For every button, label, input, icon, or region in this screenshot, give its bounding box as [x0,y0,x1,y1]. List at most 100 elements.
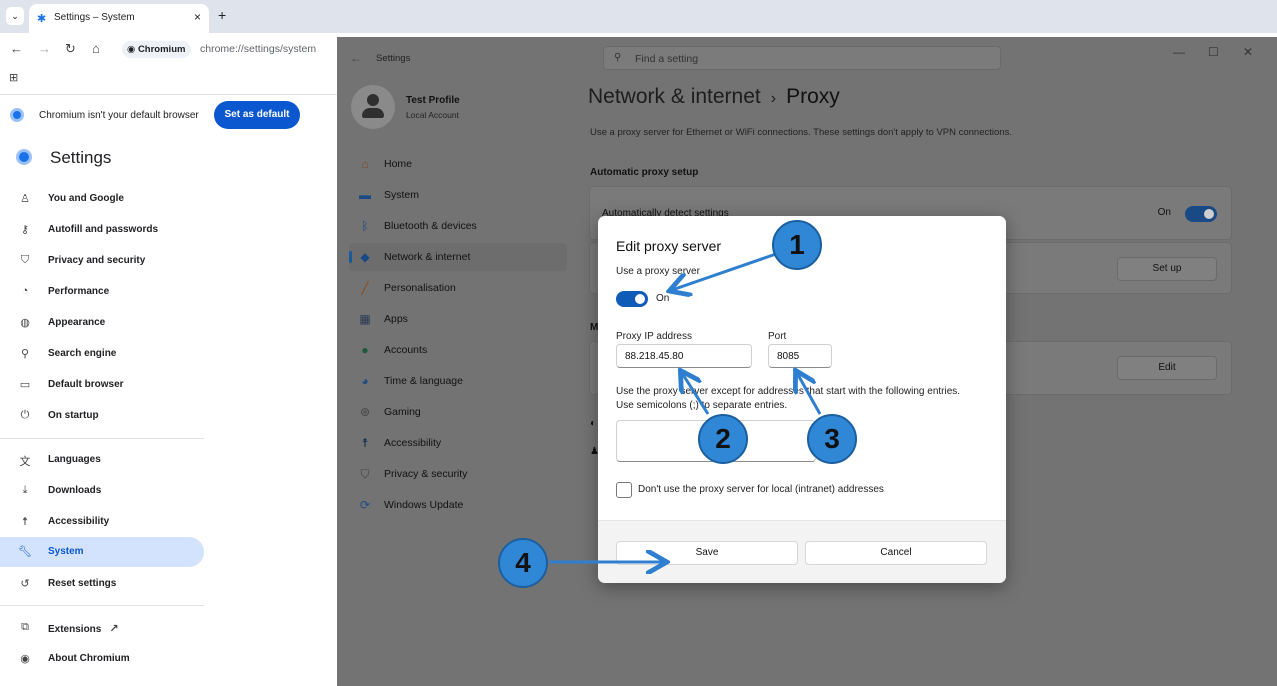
accessibility-icon: ☨ [22,516,28,528]
back-arrow-icon[interactable]: ← [350,51,362,65]
breadcrumb-parent[interactable]: Network & internet [588,85,761,108]
nav-item-system[interactable]: ▬ System [349,181,567,209]
update-icon: ⟳ [359,498,371,512]
edit-proxy-dialog: Edit proxy server Use a proxy server On … [598,216,1006,583]
nav-item-personalisation[interactable]: ╱ Personalisation [349,274,567,302]
nav-item-bluetooth[interactable]: ᛒ Bluetooth & devices [349,212,567,240]
sidebar-item-label: Languages [48,454,101,465]
nav-item-label: Windows Update [384,499,464,511]
close-window-icon[interactable]: ✕ [1243,45,1253,59]
sidebar-item-appearance[interactable]: ◍ Appearance [0,308,204,338]
apps-grid-icon[interactable]: ⊞ [9,71,18,84]
sidebar-item-you-and-google[interactable]: ♙ You and Google [0,184,204,214]
annotation-badge-3: 3 [807,414,857,464]
globe-clock-icon: ◕ [361,374,369,388]
search-icon: ⚲ [20,348,30,360]
nav-item-privacy-security[interactable]: ⛉ Privacy & security [349,460,567,488]
sidebar-item-privacy[interactable]: ⛉ Privacy and security [0,246,204,276]
dialog-title: Edit proxy server [616,238,722,254]
nav-item-windows-update[interactable]: ⟳ Windows Update [349,491,567,519]
nav-item-network[interactable]: ◆ Network & internet [349,243,567,271]
sidebar-item-label: Privacy and security [48,255,146,266]
divider [0,605,204,606]
new-tab-icon[interactable]: + [218,7,226,23]
sidebar-item-on-startup[interactable]: ⏻ On startup [0,401,204,431]
nav-item-label: Privacy & security [384,468,468,480]
sidebar-item-search-engine[interactable]: ⚲ Search engine [0,339,204,369]
get-help-icon[interactable]: ◐ [590,418,596,429]
use-proxy-label: Use a proxy server [616,266,700,277]
nav-item-label: System [384,189,420,201]
annotation-badge-4: 4 [498,538,548,588]
cancel-button[interactable]: Cancel [805,541,987,565]
sidebar-item-label: Default browser [48,379,124,390]
sidebar-item-reset-settings[interactable]: ↺ Reset settings [0,569,204,599]
nav-item-accessibility[interactable]: ☨ Accessibility [349,429,567,457]
set-as-default-button[interactable]: Set as default [214,101,300,129]
save-button[interactable]: Save [616,541,798,565]
browser-icon: ▭ [19,379,31,391]
forward-icon[interactable]: → [38,41,51,56]
nav-item-home[interactable]: ⌂ Home [349,150,567,178]
nav-item-apps[interactable]: ▦ Apps [349,305,567,333]
minimize-icon[interactable]: — [1173,45,1185,59]
proxy-ip-input[interactable] [616,344,752,368]
tab-settings-system[interactable]: ✱ Settings – System × [29,4,209,33]
chromium-logo-icon [16,149,32,165]
sidebar-item-label: Autofill and passwords [48,224,159,235]
edit-button[interactable]: Edit [1117,356,1217,380]
gamepad-icon: ⊛ [359,405,371,419]
sidebar-item-accessibility[interactable]: ☨ Accessibility [0,507,204,537]
shield-icon: ⛉ [20,254,30,266]
brush-icon: ╱ [361,281,369,295]
page-title: Proxy [786,85,840,108]
sidebar-item-autofill[interactable]: ⚷ Autofill and passwords [0,215,204,245]
port-label: Port [768,331,787,342]
sidebar-item-system[interactable]: 🔧︎ System [0,537,204,567]
sidebar-item-label: About Chromium [48,653,130,664]
nav-item-time-language[interactable]: ◕ Time & language [349,367,567,395]
profile-account-type: Local Account [406,110,459,120]
sidebar-item-label: Accessibility [48,516,110,527]
home-icon[interactable]: ⌂ [92,41,100,56]
local-bypass-checkbox[interactable] [616,482,632,498]
use-proxy-toggle[interactable] [616,291,648,307]
key-icon: ⚷ [20,224,30,236]
nav-item-gaming[interactable]: ⊛ Gaming [349,398,567,426]
auto-detect-toggle[interactable] [1185,206,1217,222]
reload-icon[interactable]: ↻ [65,41,76,57]
tab-title: Settings – System [54,12,135,23]
sidebar-item-extensions[interactable]: ⧉ Extensions ↗ [0,613,204,643]
bookmarks-bar: ⊞ [0,65,340,93]
gauge-icon: ◔ [21,285,29,297]
home-icon: ⌂ [361,157,369,171]
auto-detect-state: On [1157,207,1171,218]
nav-item-label: Time & language [384,375,463,387]
nav-item-label: Gaming [384,406,421,418]
back-icon[interactable]: ← [10,41,23,56]
maximize-icon[interactable]: ☐ [1208,45,1219,59]
annotation-badge-1: 1 [772,220,822,270]
exceptions-hint: Use semicolons (;) to separate entries. [616,400,788,411]
sidebar-item-default-browser[interactable]: ▭ Default browser [0,370,204,400]
sidebar-item-performance[interactable]: ◔ Performance [0,277,204,307]
sidebar-item-languages[interactable]: 文 Languages [0,445,204,475]
site-chip[interactable]: ◉ Chromium [122,41,192,58]
sidebar-item-about-chromium[interactable]: ◉ About Chromium [0,644,204,674]
close-tab-icon[interactable]: × [194,10,201,24]
port-input[interactable] [768,344,832,368]
window-title: Settings [376,53,411,64]
sidebar-item-downloads[interactable]: ⤓ Downloads [0,476,204,506]
search-icon: ⚲ [614,52,622,63]
nav-item-accounts[interactable]: ● Accounts [349,336,567,364]
power-icon: ⏻ [20,409,30,421]
wifi-icon: ◆ [360,250,370,264]
tab-search-chevron-icon[interactable]: ⌄ [6,7,24,25]
wrench-icon: 🔧︎ [18,546,32,558]
sidebar-item-label: Performance [48,286,110,297]
setup-button[interactable]: Set up [1117,257,1217,281]
find-setting-search[interactable]: ⚲ Find a setting [603,46,1001,70]
sidebar-item-label: Search engine [48,348,117,359]
default-browser-text: Chromium isn't your default browser [39,110,199,121]
puzzle-icon: ⧉ [21,621,29,633]
